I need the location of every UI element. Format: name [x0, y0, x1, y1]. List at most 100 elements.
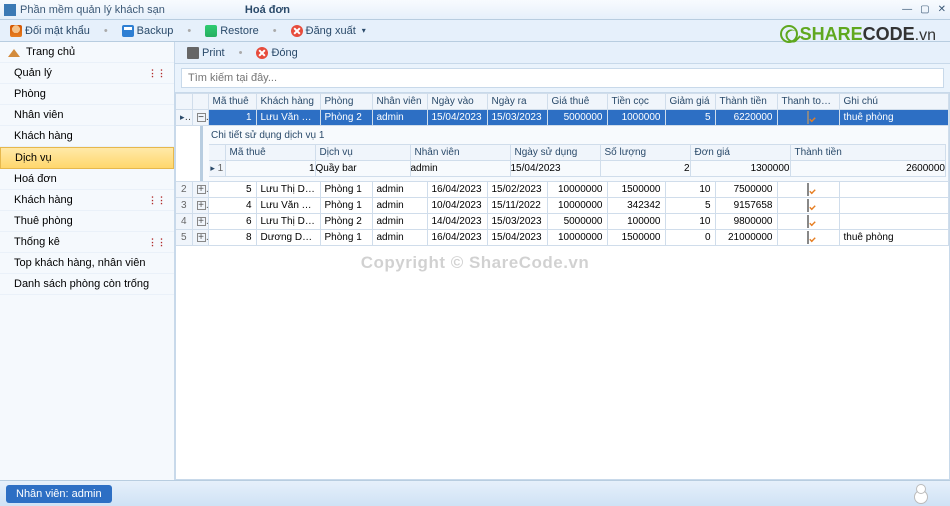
- col-ngay-vao[interactable]: Ngày vào: [427, 94, 487, 110]
- collapse-icon[interactable]: −: [197, 113, 206, 122]
- col-gia-thue[interactable]: Giá thuê: [547, 94, 607, 110]
- sidebar-item-hoa-don[interactable]: Hoá đơn: [0, 169, 174, 190]
- col-ngay-ra[interactable]: Ngày ra: [487, 94, 547, 110]
- detail-row: Chi tiết sử dụng dịch vụ 1 Mã thuê Dịch …: [176, 126, 949, 182]
- col-thanh-tien[interactable]: Thành tiền: [715, 94, 777, 110]
- dcol[interactable]: Dịch vụ: [315, 145, 410, 161]
- cell: 15/04/2023: [427, 110, 487, 126]
- table-row[interactable]: ▸ 1 − 1 Lưu Văn Tươi Phòng 2 admin 15/04…: [176, 110, 949, 126]
- table-row[interactable]: 4+ 6 Lưu Thị Dung Phòng 2 admin 14/04/20…: [176, 214, 949, 230]
- dcol[interactable]: Nhân viên: [410, 145, 510, 161]
- sidebar-item-trang-chu[interactable]: Trang chủ: [0, 42, 174, 63]
- col-khach-hang[interactable]: Khách hàng: [256, 94, 320, 110]
- close-icon[interactable]: ✕: [938, 4, 946, 15]
- invoice-grid[interactable]: Mã thuê Khách hàng Phòng Nhân viên Ngày …: [175, 92, 950, 480]
- sidebar-item-danh-sach[interactable]: Danh sách phòng còn trống: [0, 274, 174, 295]
- link-icon: ⋮⋮: [148, 237, 166, 248]
- sidebar-item-thue-phong[interactable]: Thuê phòng: [0, 211, 174, 232]
- checkbox-icon[interactable]: [807, 231, 809, 244]
- cell: 16/04/2023: [427, 182, 487, 198]
- checkbox-icon[interactable]: [807, 183, 809, 196]
- cell: [839, 214, 949, 230]
- restore-icon[interactable]: ▢: [920, 4, 929, 15]
- cell: Phòng 2: [320, 214, 372, 230]
- cell: 10000000: [547, 230, 607, 246]
- backup-button[interactable]: Backup: [116, 24, 180, 38]
- sidebar-item-label: Nhân viên: [14, 109, 64, 121]
- col-thanh-toan[interactable]: Thanh toán?: [777, 94, 839, 110]
- sidebar-item-khach-hang-2[interactable]: Khách hàng⋮⋮: [0, 190, 174, 211]
- sidebar-item-thong-ke[interactable]: Thống kê⋮⋮: [0, 232, 174, 253]
- detail-title: Chi tiết sử dụng dịch vụ 1: [209, 128, 946, 144]
- cell: 9157658: [715, 198, 777, 214]
- cell: Phòng 1: [320, 230, 372, 246]
- change-password-label: Đối mật khẩu: [25, 25, 90, 37]
- sidebar-item-top[interactable]: Top khách hàng, nhân viên: [0, 253, 174, 274]
- print-button[interactable]: Print: [181, 46, 231, 60]
- cell: 4: [208, 198, 256, 214]
- cell: admin: [372, 182, 427, 198]
- sidebar-item-quan-ly[interactable]: Quản lý⋮⋮: [0, 63, 174, 84]
- close-button[interactable]: Đóng: [250, 46, 303, 60]
- cell: thuê phòng: [839, 230, 949, 246]
- change-password-button[interactable]: Đối mật khẩu: [4, 24, 96, 38]
- table-row[interactable]: 2+ 5 Lưu Thị Dung Phòng 1 admin 16/04/20…: [176, 182, 949, 198]
- close-label: Đóng: [271, 47, 297, 59]
- sidebar-item-dich-vu[interactable]: Dịch vụ: [0, 147, 174, 169]
- cell: 15/03/2023: [487, 110, 547, 126]
- logout-button[interactable]: Đăng xuất▾: [285, 24, 372, 38]
- cell: 5000000: [547, 110, 607, 126]
- dcol[interactable]: Ngày sử dụng: [510, 145, 600, 161]
- minimize-icon[interactable]: —: [902, 4, 912, 15]
- sidebar-item-label: Hoá đơn: [14, 173, 57, 185]
- cell: 10/04/2023: [427, 198, 487, 214]
- cell: 9800000: [715, 214, 777, 230]
- sidebar-item-nhan-vien[interactable]: Nhân viên: [0, 105, 174, 126]
- expand-icon[interactable]: +: [197, 201, 206, 210]
- checkbox-icon[interactable]: [807, 215, 809, 228]
- col-phong[interactable]: Phòng: [320, 94, 372, 110]
- sidebar-item-khach-hang[interactable]: Khách hàng: [0, 126, 174, 147]
- cell: 342342: [607, 198, 665, 214]
- dcol[interactable]: Số lượng: [600, 145, 690, 161]
- search-input[interactable]: [181, 68, 944, 88]
- col-ma-thue[interactable]: Mã thuê: [208, 94, 256, 110]
- expand-icon[interactable]: +: [197, 233, 206, 242]
- app-icon: [4, 4, 16, 16]
- cell: 100000: [607, 214, 665, 230]
- expand-icon[interactable]: +: [197, 185, 206, 194]
- table-row[interactable]: 3+ 4 Lưu Văn Tươi Phòng 1 admin 10/04/20…: [176, 198, 949, 214]
- dcol[interactable]: Thành tiền: [790, 145, 946, 161]
- table-row[interactable]: 5+ 8 Dương Duy N... Phòng 1 admin 16/04/…: [176, 230, 949, 246]
- cell: 1500000: [607, 230, 665, 246]
- col-tien-coc[interactable]: Tiền cọc: [607, 94, 665, 110]
- col-giam-gia[interactable]: Giảm giá: [665, 94, 715, 110]
- sidebar-item-phong[interactable]: Phòng: [0, 84, 174, 105]
- window-controls: — ▢ ✕: [902, 4, 946, 15]
- checkbox-icon[interactable]: [807, 199, 809, 212]
- print-label: Print: [202, 47, 225, 59]
- cell: Lưu Văn Tươi: [256, 198, 320, 214]
- cell: 5000000: [547, 214, 607, 230]
- expand-icon[interactable]: +: [197, 217, 206, 226]
- dcol[interactable]: Đơn giá: [690, 145, 790, 161]
- link-icon: ⋮⋮: [148, 195, 166, 206]
- cell: 10: [665, 182, 715, 198]
- restore-button[interactable]: Restore: [199, 24, 265, 38]
- title-bar: Phần mềm quản lý khách sạn Hoá đơn — ▢ ✕: [0, 0, 950, 20]
- app-title: Phần mềm quản lý khách sạn: [20, 4, 165, 16]
- checkbox-icon[interactable]: [807, 111, 809, 124]
- cell: Phòng 1: [320, 182, 372, 198]
- cell: 5: [665, 110, 715, 126]
- dcol[interactable]: Mã thuê: [225, 145, 315, 161]
- user-icon: [10, 25, 22, 37]
- dcell: admin: [410, 161, 510, 177]
- detail-table-row[interactable]: ▸ 1 1 Quầy bar admin 15/04/2023 2 130000…: [209, 161, 946, 177]
- search-bar: [175, 64, 950, 92]
- sharecode-logo: SHARECODE.vn: [780, 24, 936, 45]
- cell: 10000000: [547, 198, 607, 214]
- cell: Phòng 2: [320, 110, 372, 126]
- restore-icon: [205, 25, 217, 37]
- col-ghi-chu[interactable]: Ghi chú: [839, 94, 949, 110]
- col-nhan-vien[interactable]: Nhân viên: [372, 94, 427, 110]
